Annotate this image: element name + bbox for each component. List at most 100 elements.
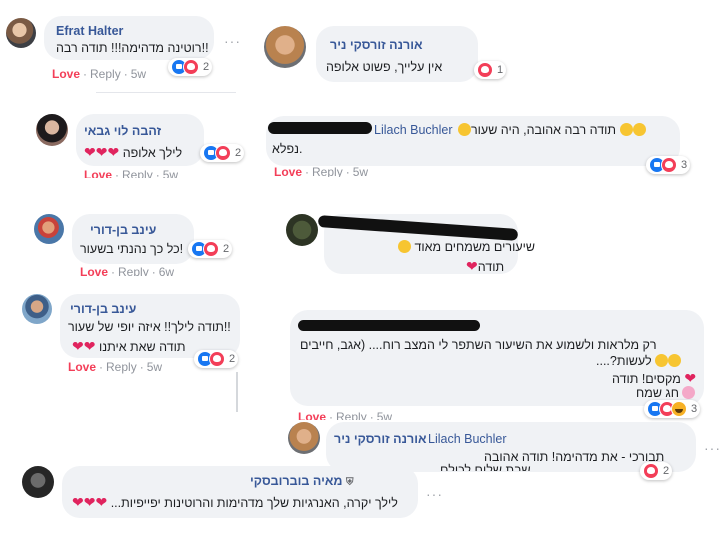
tagged-user[interactable]: Lilach Buchler	[428, 432, 507, 446]
comment-text-body2: לעשות?....	[596, 354, 652, 368]
comment-text-line4: חג שמח	[636, 386, 696, 400]
comment-time[interactable]: 6w	[159, 265, 174, 276]
reactions-badge[interactable]: 2	[200, 144, 245, 162]
love-icon	[477, 62, 493, 78]
comment-text-body2: תודה	[477, 260, 505, 274]
comment-text-body: שיעורים משמחים מאוד	[414, 240, 535, 254]
reaction-count: 1	[497, 64, 504, 76]
love-link[interactable]: Love	[84, 168, 112, 178]
reply-link[interactable]: Reply	[122, 168, 153, 178]
comment-text-line2: תודה❤	[466, 258, 504, 275]
reactions-badge[interactable]: 3	[644, 400, 701, 418]
reactions-badge[interactable]: 3	[646, 156, 691, 174]
comment-author-name[interactable]: ⛨ מאיה בוברובסקי	[250, 474, 353, 488]
comment-text-body3: מקסים! תודה	[612, 372, 681, 386]
love-link[interactable]: Love	[80, 265, 108, 276]
comment-text: תודה רבה אהובה, היה שעור	[458, 123, 646, 137]
redacted-author-name	[268, 122, 372, 134]
comment-actions: Love · Reply · 5w	[68, 360, 163, 374]
comment-author-name[interactable]: Efrat Halter	[56, 24, 123, 38]
avatar[interactable]	[34, 214, 64, 244]
comment-author-name[interactable]: עינב בן-דורי	[70, 302, 136, 316]
reply-link[interactable]: Reply	[106, 360, 137, 374]
comment-time[interactable]: 5w	[131, 67, 146, 81]
reply-link[interactable]: Reply	[90, 67, 121, 81]
love-icon	[209, 351, 225, 367]
reactions-badge[interactable]: 2	[188, 240, 233, 258]
reaction-count: 2	[235, 147, 242, 159]
avatar[interactable]	[36, 114, 68, 146]
thread-line	[236, 372, 238, 412]
reactions-badge[interactable]: 2	[168, 58, 213, 76]
love-link[interactable]: Love	[52, 67, 80, 81]
redacted-author-name	[298, 320, 480, 331]
comment-text-body: לילך יקרה, האנרגיות שלך מדהימות והרוטינו…	[110, 496, 398, 510]
love-icon	[183, 59, 199, 75]
divider	[96, 92, 236, 93]
avatar[interactable]	[264, 26, 306, 68]
comment-text-line2: לעשות?....	[596, 354, 682, 368]
heart-emoji: ❤	[684, 370, 697, 386]
comment-author-name[interactable]: זהבה לוי גבאי	[84, 124, 161, 138]
comment-time[interactable]: 5w	[147, 360, 162, 374]
comment-text: לילך יקרה, האנרגיות שלך מדהימות והרוטינו…	[72, 494, 398, 511]
comment-author-name[interactable]: עינב בן-דורי	[90, 223, 156, 237]
haha-icon	[671, 401, 687, 417]
reaction-count: 2	[663, 465, 670, 477]
love-icon	[215, 145, 231, 161]
comment-text: אין עלייך, פשוט אלופה	[326, 60, 443, 74]
comment-text-line2: תודה שאת איתנו ❤❤	[72, 338, 185, 355]
comment-actions: Love · Reply · 6w	[80, 265, 174, 276]
heart-emoji: ❤	[466, 258, 478, 274]
reactions-badge[interactable]: 2	[194, 350, 239, 368]
comment-text-body4: חג שמח	[636, 386, 679, 400]
reply-link[interactable]: Reply	[336, 410, 367, 420]
reaction-count: 3	[681, 159, 688, 171]
reply-link[interactable]: Reply	[312, 165, 343, 177]
reaction-count: 3	[691, 403, 698, 415]
love-icon	[643, 463, 659, 479]
heart-emojis: ❤❤	[72, 338, 96, 354]
comment-text: לילך אלופה ❤❤❤	[84, 144, 182, 161]
avatar[interactable]	[288, 422, 320, 454]
comment-author-name-text: מאיה בוברובסקי	[250, 474, 343, 488]
tagged-user[interactable]: Lilach Buchler	[374, 123, 453, 137]
reaction-count: 2	[229, 353, 236, 365]
love-link[interactable]: Love	[274, 165, 302, 177]
more-dots-icon[interactable]: ···	[426, 486, 443, 502]
comment-author-name[interactable]: אורנה זורסקי ניר	[334, 432, 427, 446]
shield-icon: ⛨	[345, 477, 354, 488]
comment-text: שיעורים משמחים מאוד	[398, 240, 535, 254]
comment-text: רק מלראות ולשמוע את השיעור השתפר לי המצב…	[300, 338, 657, 352]
comment-time[interactable]: 5w	[353, 165, 368, 177]
comment-text-body: לילך אלופה	[122, 146, 183, 160]
comment-time[interactable]: 5w	[163, 168, 178, 178]
reply-link[interactable]: Reply	[118, 265, 149, 276]
love-link[interactable]: Love	[68, 360, 96, 374]
reaction-count: 2	[223, 243, 230, 255]
love-link[interactable]: Love	[298, 410, 326, 420]
heart-emojis: ❤❤❤	[72, 494, 108, 510]
more-dots-icon[interactable]: ···	[704, 440, 720, 456]
comment-text: תבורכי - את מדהימה! תודה אהובה	[484, 450, 665, 464]
comment-text-line3: ❤ מקסים! תודה	[612, 370, 696, 387]
comment-actions: Love · Reply · 5w	[298, 410, 392, 420]
comment-actions: Love · Reply · 5w	[274, 165, 369, 177]
comment-text-line2: .נפלא	[272, 142, 303, 156]
reactions-badge[interactable]: 1	[474, 61, 507, 79]
reactions-badge[interactable]: 2	[640, 462, 673, 480]
comment-text-body2: תודה שאת איתנו	[98, 340, 186, 354]
more-dots-icon[interactable]: ···	[224, 33, 241, 49]
love-icon	[661, 157, 677, 173]
comment-text-line2: שבת שלום לכולם	[440, 463, 531, 471]
heart-emojis: ❤❤❤	[84, 144, 120, 160]
comment-time[interactable]: 5w	[377, 410, 392, 420]
avatar[interactable]	[286, 214, 318, 246]
avatar[interactable]	[22, 466, 54, 498]
avatar[interactable]	[22, 294, 52, 324]
comment-author-name[interactable]: אורנה זורסקי ניר	[330, 38, 423, 52]
love-icon	[203, 241, 219, 257]
comment-text-body: תודה רבה אהובה, היה שעור	[471, 123, 617, 137]
comment-bubble	[72, 214, 194, 264]
avatar[interactable]	[6, 18, 36, 48]
